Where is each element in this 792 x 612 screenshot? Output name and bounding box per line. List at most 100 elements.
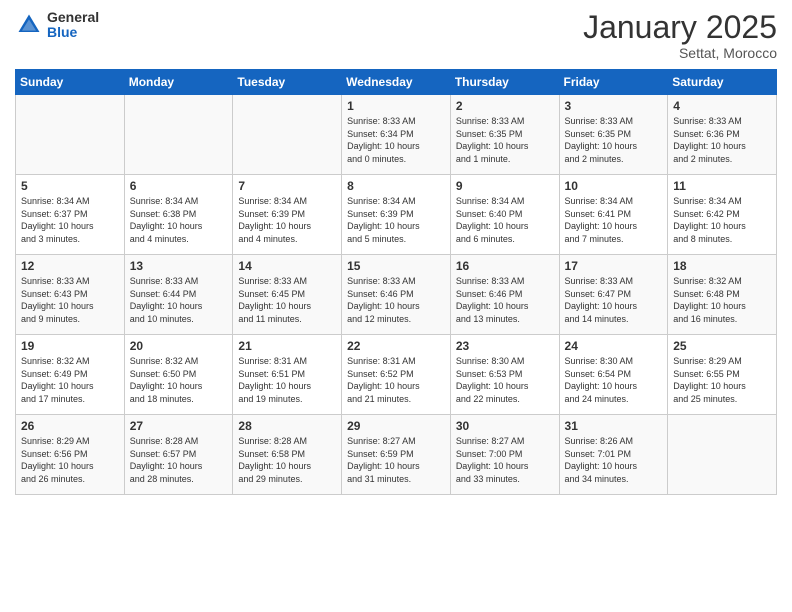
title-block: January 2025 Settat, Morocco bbox=[583, 10, 777, 61]
day-info: Sunrise: 8:31 AM Sunset: 6:52 PM Dayligh… bbox=[347, 355, 445, 405]
day-number: 13 bbox=[130, 259, 228, 273]
day-number: 20 bbox=[130, 339, 228, 353]
calendar-cell: 7 Sunrise: 8:34 AM Sunset: 6:39 PM Daylig… bbox=[233, 175, 342, 255]
day-info: Sunrise: 8:32 AM Sunset: 6:50 PM Dayligh… bbox=[130, 355, 228, 405]
logo-text: General Blue bbox=[47, 10, 99, 41]
calendar-cell: 29 Sunrise: 8:27 AM Sunset: 6:59 PM Dayli… bbox=[342, 415, 451, 495]
calendar-cell: 23 Sunrise: 8:30 AM Sunset: 6:53 PM Dayli… bbox=[450, 335, 559, 415]
calendar-cell: 11 Sunrise: 8:34 AM Sunset: 6:42 PM Dayli… bbox=[668, 175, 777, 255]
day-info: Sunrise: 8:32 AM Sunset: 6:49 PM Dayligh… bbox=[21, 355, 119, 405]
calendar-cell: 6 Sunrise: 8:34 AM Sunset: 6:38 PM Daylig… bbox=[124, 175, 233, 255]
day-info: Sunrise: 8:34 AM Sunset: 6:39 PM Dayligh… bbox=[238, 195, 336, 245]
day-info: Sunrise: 8:34 AM Sunset: 6:37 PM Dayligh… bbox=[21, 195, 119, 245]
day-info: Sunrise: 8:34 AM Sunset: 6:39 PM Dayligh… bbox=[347, 195, 445, 245]
calendar-cell: 9 Sunrise: 8:34 AM Sunset: 6:40 PM Daylig… bbox=[450, 175, 559, 255]
day-number: 21 bbox=[238, 339, 336, 353]
day-info: Sunrise: 8:33 AM Sunset: 6:44 PM Dayligh… bbox=[130, 275, 228, 325]
day-number: 14 bbox=[238, 259, 336, 273]
day-number: 15 bbox=[347, 259, 445, 273]
month-title: January 2025 bbox=[583, 10, 777, 45]
col-header-friday: Friday bbox=[559, 70, 668, 95]
calendar-week-2: 5 Sunrise: 8:34 AM Sunset: 6:37 PM Daylig… bbox=[16, 175, 777, 255]
day-number: 12 bbox=[21, 259, 119, 273]
day-number: 2 bbox=[456, 99, 554, 113]
calendar-cell: 3Sunrise: 8:33 AM Sunset: 6:35 PM Daylig… bbox=[559, 95, 668, 175]
day-number: 7 bbox=[238, 179, 336, 193]
calendar-cell: 1 Sunrise: 8:33 AM Sunset: 6:34 PM Daylig… bbox=[342, 95, 451, 175]
calendar-cell bbox=[16, 95, 125, 175]
calendar-cell: 20 Sunrise: 8:32 AM Sunset: 6:50 PM Dayli… bbox=[124, 335, 233, 415]
day-number: 5 bbox=[21, 179, 119, 193]
calendar-cell: 24Sunrise: 8:30 AM Sunset: 6:54 PM Dayli… bbox=[559, 335, 668, 415]
day-info: Sunrise: 8:33 AM Sunset: 6:43 PM Dayligh… bbox=[21, 275, 119, 325]
day-info: Sunrise: 8:34 AM Sunset: 6:40 PM Dayligh… bbox=[456, 195, 554, 245]
day-info: Sunrise: 8:33 AM Sunset: 6:47 PM Dayligh… bbox=[565, 275, 663, 325]
col-header-monday: Monday bbox=[124, 70, 233, 95]
day-number: 19 bbox=[21, 339, 119, 353]
calendar-cell: 16Sunrise: 8:33 AM Sunset: 6:46 PM Dayli… bbox=[450, 255, 559, 335]
calendar-week-5: 26Sunrise: 8:29 AM Sunset: 6:56 PM Dayli… bbox=[16, 415, 777, 495]
day-number: 22 bbox=[347, 339, 445, 353]
col-header-wednesday: Wednesday bbox=[342, 70, 451, 95]
day-number: 6 bbox=[130, 179, 228, 193]
day-number: 11 bbox=[673, 179, 771, 193]
day-info: Sunrise: 8:33 AM Sunset: 6:35 PM Dayligh… bbox=[565, 115, 663, 165]
day-number: 29 bbox=[347, 419, 445, 433]
calendar-table: SundayMondayTuesdayWednesdayThursdayFrid… bbox=[15, 69, 777, 495]
day-info: Sunrise: 8:34 AM Sunset: 6:42 PM Dayligh… bbox=[673, 195, 771, 245]
calendar-cell: 4 Sunrise: 8:33 AM Sunset: 6:36 PM Daylig… bbox=[668, 95, 777, 175]
calendar-cell: 17 Sunrise: 8:33 AM Sunset: 6:47 PM Dayli… bbox=[559, 255, 668, 335]
day-number: 26 bbox=[21, 419, 119, 433]
day-info: Sunrise: 8:31 AM Sunset: 6:51 PM Dayligh… bbox=[238, 355, 336, 405]
calendar-cell: 21 Sunrise: 8:31 AM Sunset: 6:51 PM Dayli… bbox=[233, 335, 342, 415]
day-number: 23 bbox=[456, 339, 554, 353]
day-number: 27 bbox=[130, 419, 228, 433]
day-info: Sunrise: 8:33 AM Sunset: 6:34 PM Dayligh… bbox=[347, 115, 445, 165]
calendar-cell: 10Sunrise: 8:34 AM Sunset: 6:41 PM Dayli… bbox=[559, 175, 668, 255]
day-info: Sunrise: 8:30 AM Sunset: 6:53 PM Dayligh… bbox=[456, 355, 554, 405]
calendar-cell: 14 Sunrise: 8:33 AM Sunset: 6:45 PM Dayli… bbox=[233, 255, 342, 335]
day-number: 9 bbox=[456, 179, 554, 193]
calendar-cell bbox=[124, 95, 233, 175]
day-info: Sunrise: 8:28 AM Sunset: 6:58 PM Dayligh… bbox=[238, 435, 336, 485]
day-number: 18 bbox=[673, 259, 771, 273]
header: General Blue January 2025 Settat, Morocc… bbox=[15, 10, 777, 61]
calendar-cell: 18Sunrise: 8:32 AM Sunset: 6:48 PM Dayli… bbox=[668, 255, 777, 335]
col-header-thursday: Thursday bbox=[450, 70, 559, 95]
calendar-cell: 25Sunrise: 8:29 AM Sunset: 6:55 PM Dayli… bbox=[668, 335, 777, 415]
calendar-week-4: 19 Sunrise: 8:32 AM Sunset: 6:49 PM Dayli… bbox=[16, 335, 777, 415]
calendar-cell: 26Sunrise: 8:29 AM Sunset: 6:56 PM Dayli… bbox=[16, 415, 125, 495]
calendar-cell: 13 Sunrise: 8:33 AM Sunset: 6:44 PM Dayli… bbox=[124, 255, 233, 335]
day-number: 1 bbox=[347, 99, 445, 113]
page: General Blue January 2025 Settat, Morocc… bbox=[0, 0, 792, 612]
calendar-cell bbox=[668, 415, 777, 495]
calendar-cell: 2 Sunrise: 8:33 AM Sunset: 6:35 PM Daylig… bbox=[450, 95, 559, 175]
calendar-cell: 28 Sunrise: 8:28 AM Sunset: 6:58 PM Dayli… bbox=[233, 415, 342, 495]
calendar-cell bbox=[233, 95, 342, 175]
day-number: 17 bbox=[565, 259, 663, 273]
calendar-cell: 22 Sunrise: 8:31 AM Sunset: 6:52 PM Dayli… bbox=[342, 335, 451, 415]
day-info: Sunrise: 8:33 AM Sunset: 6:36 PM Dayligh… bbox=[673, 115, 771, 165]
col-header-saturday: Saturday bbox=[668, 70, 777, 95]
day-number: 10 bbox=[565, 179, 663, 193]
day-info: Sunrise: 8:33 AM Sunset: 6:45 PM Dayligh… bbox=[238, 275, 336, 325]
calendar-cell: 15 Sunrise: 8:33 AM Sunset: 6:46 PM Dayli… bbox=[342, 255, 451, 335]
col-header-tuesday: Tuesday bbox=[233, 70, 342, 95]
logo-blue-text: Blue bbox=[47, 25, 99, 40]
day-number: 28 bbox=[238, 419, 336, 433]
logo-general-text: General bbox=[47, 10, 99, 25]
calendar-cell: 19 Sunrise: 8:32 AM Sunset: 6:49 PM Dayli… bbox=[16, 335, 125, 415]
day-number: 4 bbox=[673, 99, 771, 113]
day-info: Sunrise: 8:28 AM Sunset: 6:57 PM Dayligh… bbox=[130, 435, 228, 485]
calendar-header-row: SundayMondayTuesdayWednesdayThursdayFrid… bbox=[16, 70, 777, 95]
day-info: Sunrise: 8:33 AM Sunset: 6:46 PM Dayligh… bbox=[347, 275, 445, 325]
day-info: Sunrise: 8:27 AM Sunset: 6:59 PM Dayligh… bbox=[347, 435, 445, 485]
day-info: Sunrise: 8:33 AM Sunset: 6:35 PM Dayligh… bbox=[456, 115, 554, 165]
day-info: Sunrise: 8:34 AM Sunset: 6:38 PM Dayligh… bbox=[130, 195, 228, 245]
calendar-week-3: 12 Sunrise: 8:33 AM Sunset: 6:43 PM Dayli… bbox=[16, 255, 777, 335]
day-number: 30 bbox=[456, 419, 554, 433]
day-info: Sunrise: 8:33 AM Sunset: 6:46 PM Dayligh… bbox=[456, 275, 554, 325]
day-info: Sunrise: 8:26 AM Sunset: 7:01 PM Dayligh… bbox=[565, 435, 663, 485]
day-info: Sunrise: 8:29 AM Sunset: 6:55 PM Dayligh… bbox=[673, 355, 771, 405]
day-number: 8 bbox=[347, 179, 445, 193]
